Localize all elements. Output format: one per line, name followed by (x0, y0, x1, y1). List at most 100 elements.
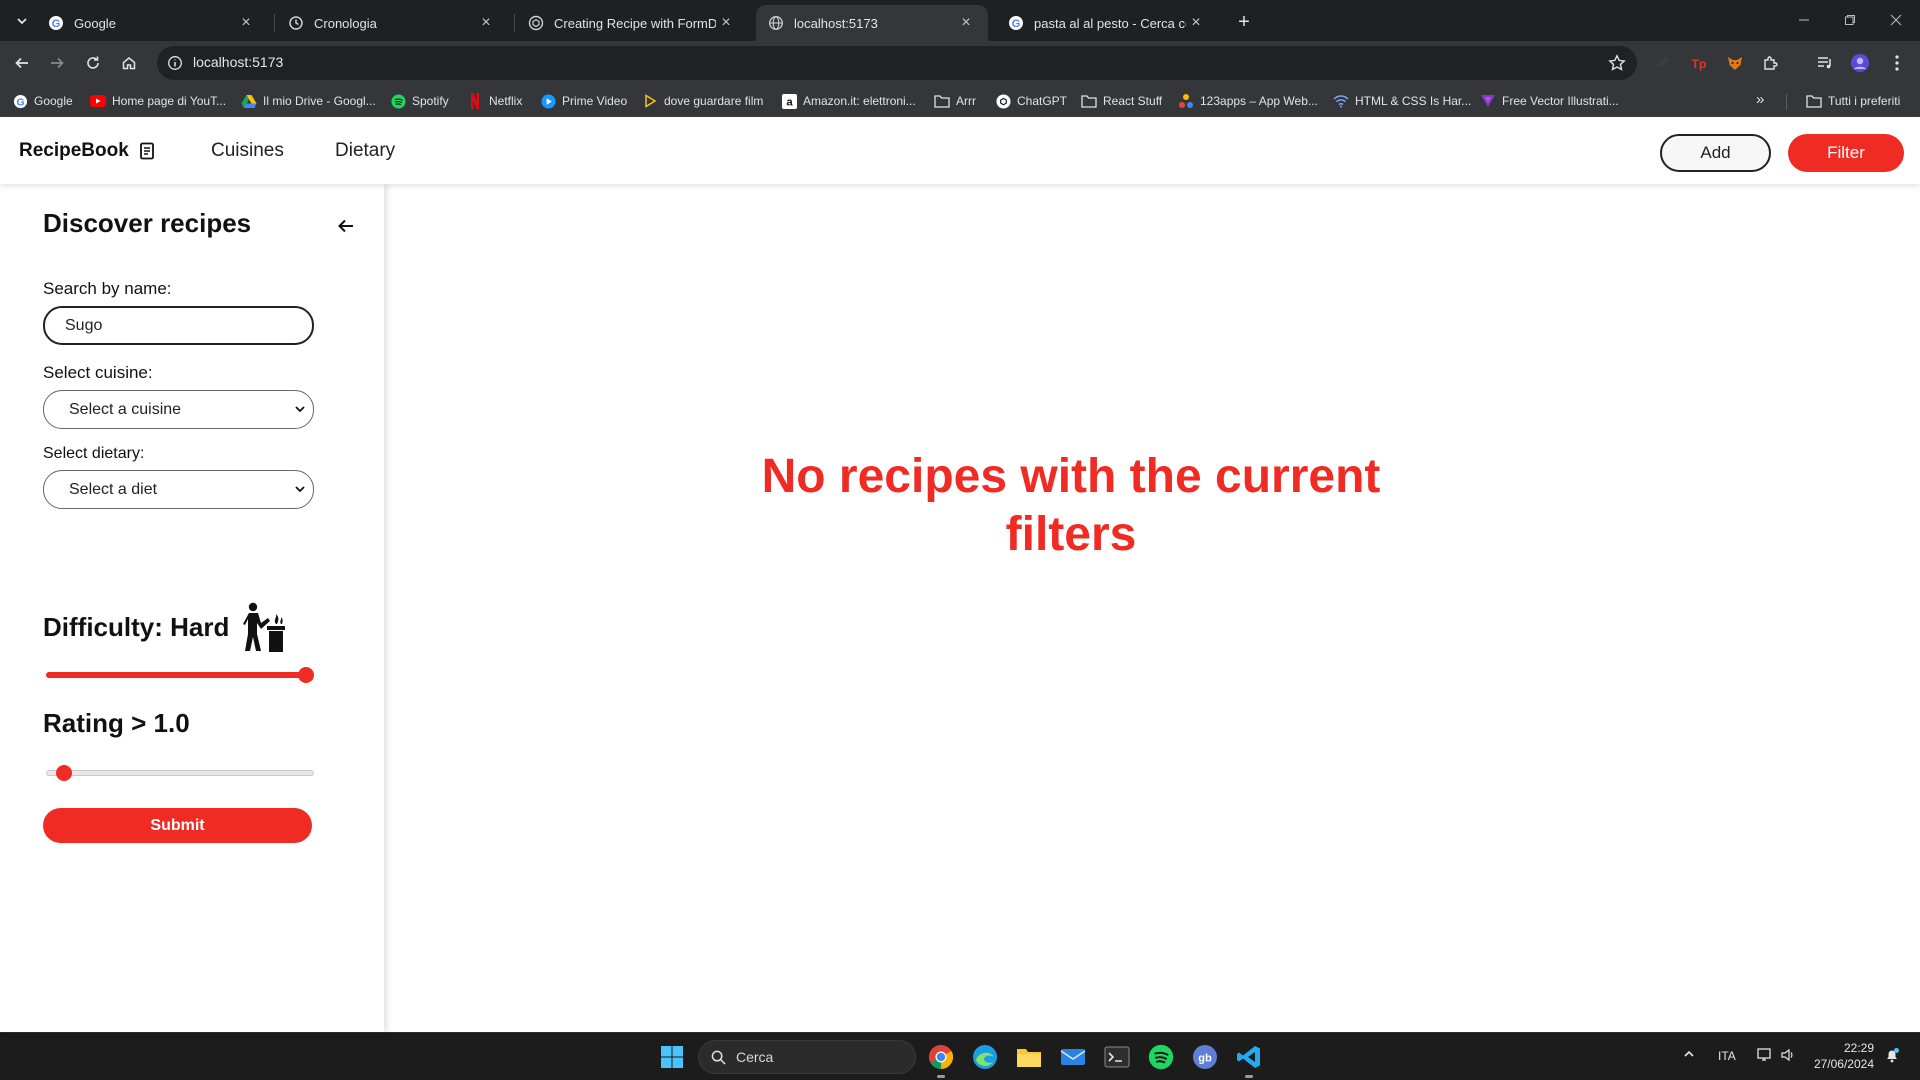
brand-logo[interactable]: RecipeBook (19, 140, 155, 162)
extension-dark-icon[interactable] (1652, 52, 1674, 74)
difficulty-slider-thumb[interactable] (298, 667, 314, 683)
forward-arrow-icon[interactable] (43, 49, 71, 77)
bookmark-label: HTML & CSS Is Har... (1355, 94, 1472, 108)
site-info-icon[interactable] (166, 54, 184, 72)
reload-icon[interactable] (79, 49, 107, 77)
svg-text:gb: gb (1198, 1053, 1212, 1065)
tray-overflow-chevron-icon[interactable] (1682, 1047, 1696, 1061)
tab-separator (274, 14, 275, 32)
bookmark-netflix[interactable]: Netflix (467, 92, 522, 110)
bookmark-google[interactable]: G Google (12, 92, 73, 110)
tab-google[interactable]: G Google × (36, 5, 268, 41)
search-icon (711, 1050, 726, 1065)
dietary-select-value: Select a diet (69, 480, 158, 498)
bookmark-star-icon[interactable] (1607, 53, 1627, 73)
tab-close-icon[interactable]: × (956, 13, 976, 33)
google-icon: G (48, 15, 64, 31)
tab-pasta-pesto[interactable]: G pasta al al pesto - Cerca con Go × (996, 5, 1218, 41)
difficulty-slider[interactable] (46, 667, 314, 683)
bookmark-chatgpt[interactable]: ChatGPT (995, 92, 1067, 110)
bookmark-html-css[interactable]: HTML & CSS Is Har... (1333, 92, 1471, 110)
svg-text:G: G (1012, 18, 1021, 30)
chef-cooking-icon (243, 602, 289, 652)
bookmark-all-folder[interactable]: Tutti i preferiti (1806, 92, 1900, 110)
submit-button[interactable]: Submit (43, 808, 312, 843)
apps-icon (1178, 93, 1194, 109)
drive-icon (241, 93, 257, 109)
taskbar-search[interactable]: Cerca (698, 1040, 916, 1074)
volume-icon[interactable] (1780, 1047, 1796, 1063)
terminal-app-icon[interactable] (1103, 1043, 1131, 1071)
spotify-app-icon[interactable] (1147, 1043, 1175, 1071)
bookmark-youtube[interactable]: Home page di YouT... (90, 92, 226, 110)
browser-toolbar: localhost:5173 Tp (0, 41, 1920, 85)
dietary-select[interactable]: Select a diet (43, 470, 314, 509)
chatgpt-icon (995, 93, 1011, 109)
keyboard-language[interactable]: ITA (1718, 1049, 1736, 1063)
rating-slider-thumb[interactable] (56, 765, 73, 781)
extension-tp-icon[interactable]: Tp (1688, 52, 1710, 74)
vscode-app-icon[interactable] (1235, 1043, 1263, 1078)
search-input[interactable] (43, 306, 314, 345)
taskbar-clock[interactable]: 22:29 27/06/2024 (1810, 1040, 1874, 1072)
bookmark-folder-arrr[interactable]: Arrr (934, 92, 976, 110)
cuisine-select-value: Select a cuisine (69, 400, 182, 418)
rating-slider-track (46, 770, 314, 776)
youtube-icon (90, 93, 106, 109)
bookmark-amazon[interactable]: a Amazon.it: elettroni... (781, 92, 916, 110)
windows-start-icon[interactable] (660, 1045, 684, 1069)
mail-app-icon[interactable] (1059, 1043, 1087, 1071)
tab-localhost[interactable]: localhost:5173 × (756, 5, 988, 41)
running-indicator (937, 1075, 945, 1078)
tab-creating-recipe[interactable]: Creating Recipe with FormData × (516, 5, 748, 41)
bookmark-label: Tutti i preferiti (1828, 94, 1901, 108)
extension-fox-icon[interactable] (1724, 52, 1746, 74)
chrome-app-icon[interactable] (927, 1043, 955, 1078)
profile-avatar-icon[interactable] (1849, 52, 1871, 74)
address-bar[interactable]: localhost:5173 (157, 46, 1637, 80)
tab-search-chevron-icon[interactable] (10, 9, 34, 33)
back-arrow-icon[interactable] (334, 214, 358, 238)
nav-cuisines[interactable]: Cuisines (211, 140, 284, 162)
restore-icon[interactable] (1827, 0, 1873, 40)
home-icon[interactable] (115, 49, 143, 77)
filter-button[interactable]: Filter (1788, 134, 1904, 172)
tab-close-icon[interactable]: × (1186, 13, 1206, 33)
tab-close-icon[interactable]: × (236, 13, 256, 33)
file-explorer-icon[interactable] (1015, 1043, 1043, 1071)
close-window-icon[interactable] (1873, 0, 1919, 40)
add-recipe-button[interactable]: Add (1660, 134, 1771, 172)
bookmark-spotify[interactable]: Spotify (390, 92, 449, 110)
empty-state-message: No recipes with the current filters (761, 450, 1381, 561)
gb-app-icon[interactable]: gb (1191, 1043, 1219, 1071)
bookmark-free-vector[interactable]: Free Vector Illustrati... (1480, 92, 1619, 110)
tab-close-icon[interactable]: × (476, 13, 496, 33)
bookmarks-overflow-chevron-icon[interactable]: » (1756, 91, 1764, 108)
new-tab-plus-icon[interactable]: + (1230, 8, 1258, 36)
browser-menu-kebab-icon[interactable] (1886, 52, 1908, 74)
tab-cronologia[interactable]: Cronologia × (276, 5, 508, 41)
filter-sidebar: Discover recipes Search by name: Select … (0, 184, 384, 1032)
bookmark-123apps[interactable]: 123apps – App Web... (1178, 92, 1318, 110)
media-controls-icon[interactable] (1814, 52, 1836, 74)
amazon-icon: a (781, 93, 797, 109)
bookmark-label: 123apps – App Web... (1200, 94, 1318, 108)
tab-close-icon[interactable]: × (716, 13, 736, 33)
bookmark-label: Amazon.it: elettroni... (803, 94, 916, 108)
notification-bell-icon[interactable] (1884, 1047, 1900, 1063)
folder-icon (1081, 93, 1097, 109)
network-icon[interactable] (1756, 1047, 1774, 1063)
edge-dev-app-icon[interactable] (971, 1043, 999, 1071)
netflix-icon (467, 93, 483, 109)
back-arrow-icon[interactable] (8, 49, 36, 77)
bookmark-prime-video[interactable]: Prime Video (540, 92, 627, 110)
minimize-icon[interactable] (1781, 0, 1827, 40)
rating-slider[interactable] (46, 765, 314, 781)
cuisine-select[interactable]: Select a cuisine (43, 390, 314, 429)
bookmark-folder-react-stuff[interactable]: React Stuff (1081, 92, 1162, 110)
nav-dietary[interactable]: Dietary (335, 140, 395, 162)
bookmark-drive[interactable]: Il mio Drive - Googl... (241, 92, 376, 110)
extensions-puzzle-icon[interactable] (1760, 52, 1782, 74)
bookmark-dove-guardare-film[interactable]: dove guardare film (642, 92, 763, 110)
windows-taskbar: Cerca gb ITA 22:29 27/06/2024 (0, 1032, 1920, 1080)
